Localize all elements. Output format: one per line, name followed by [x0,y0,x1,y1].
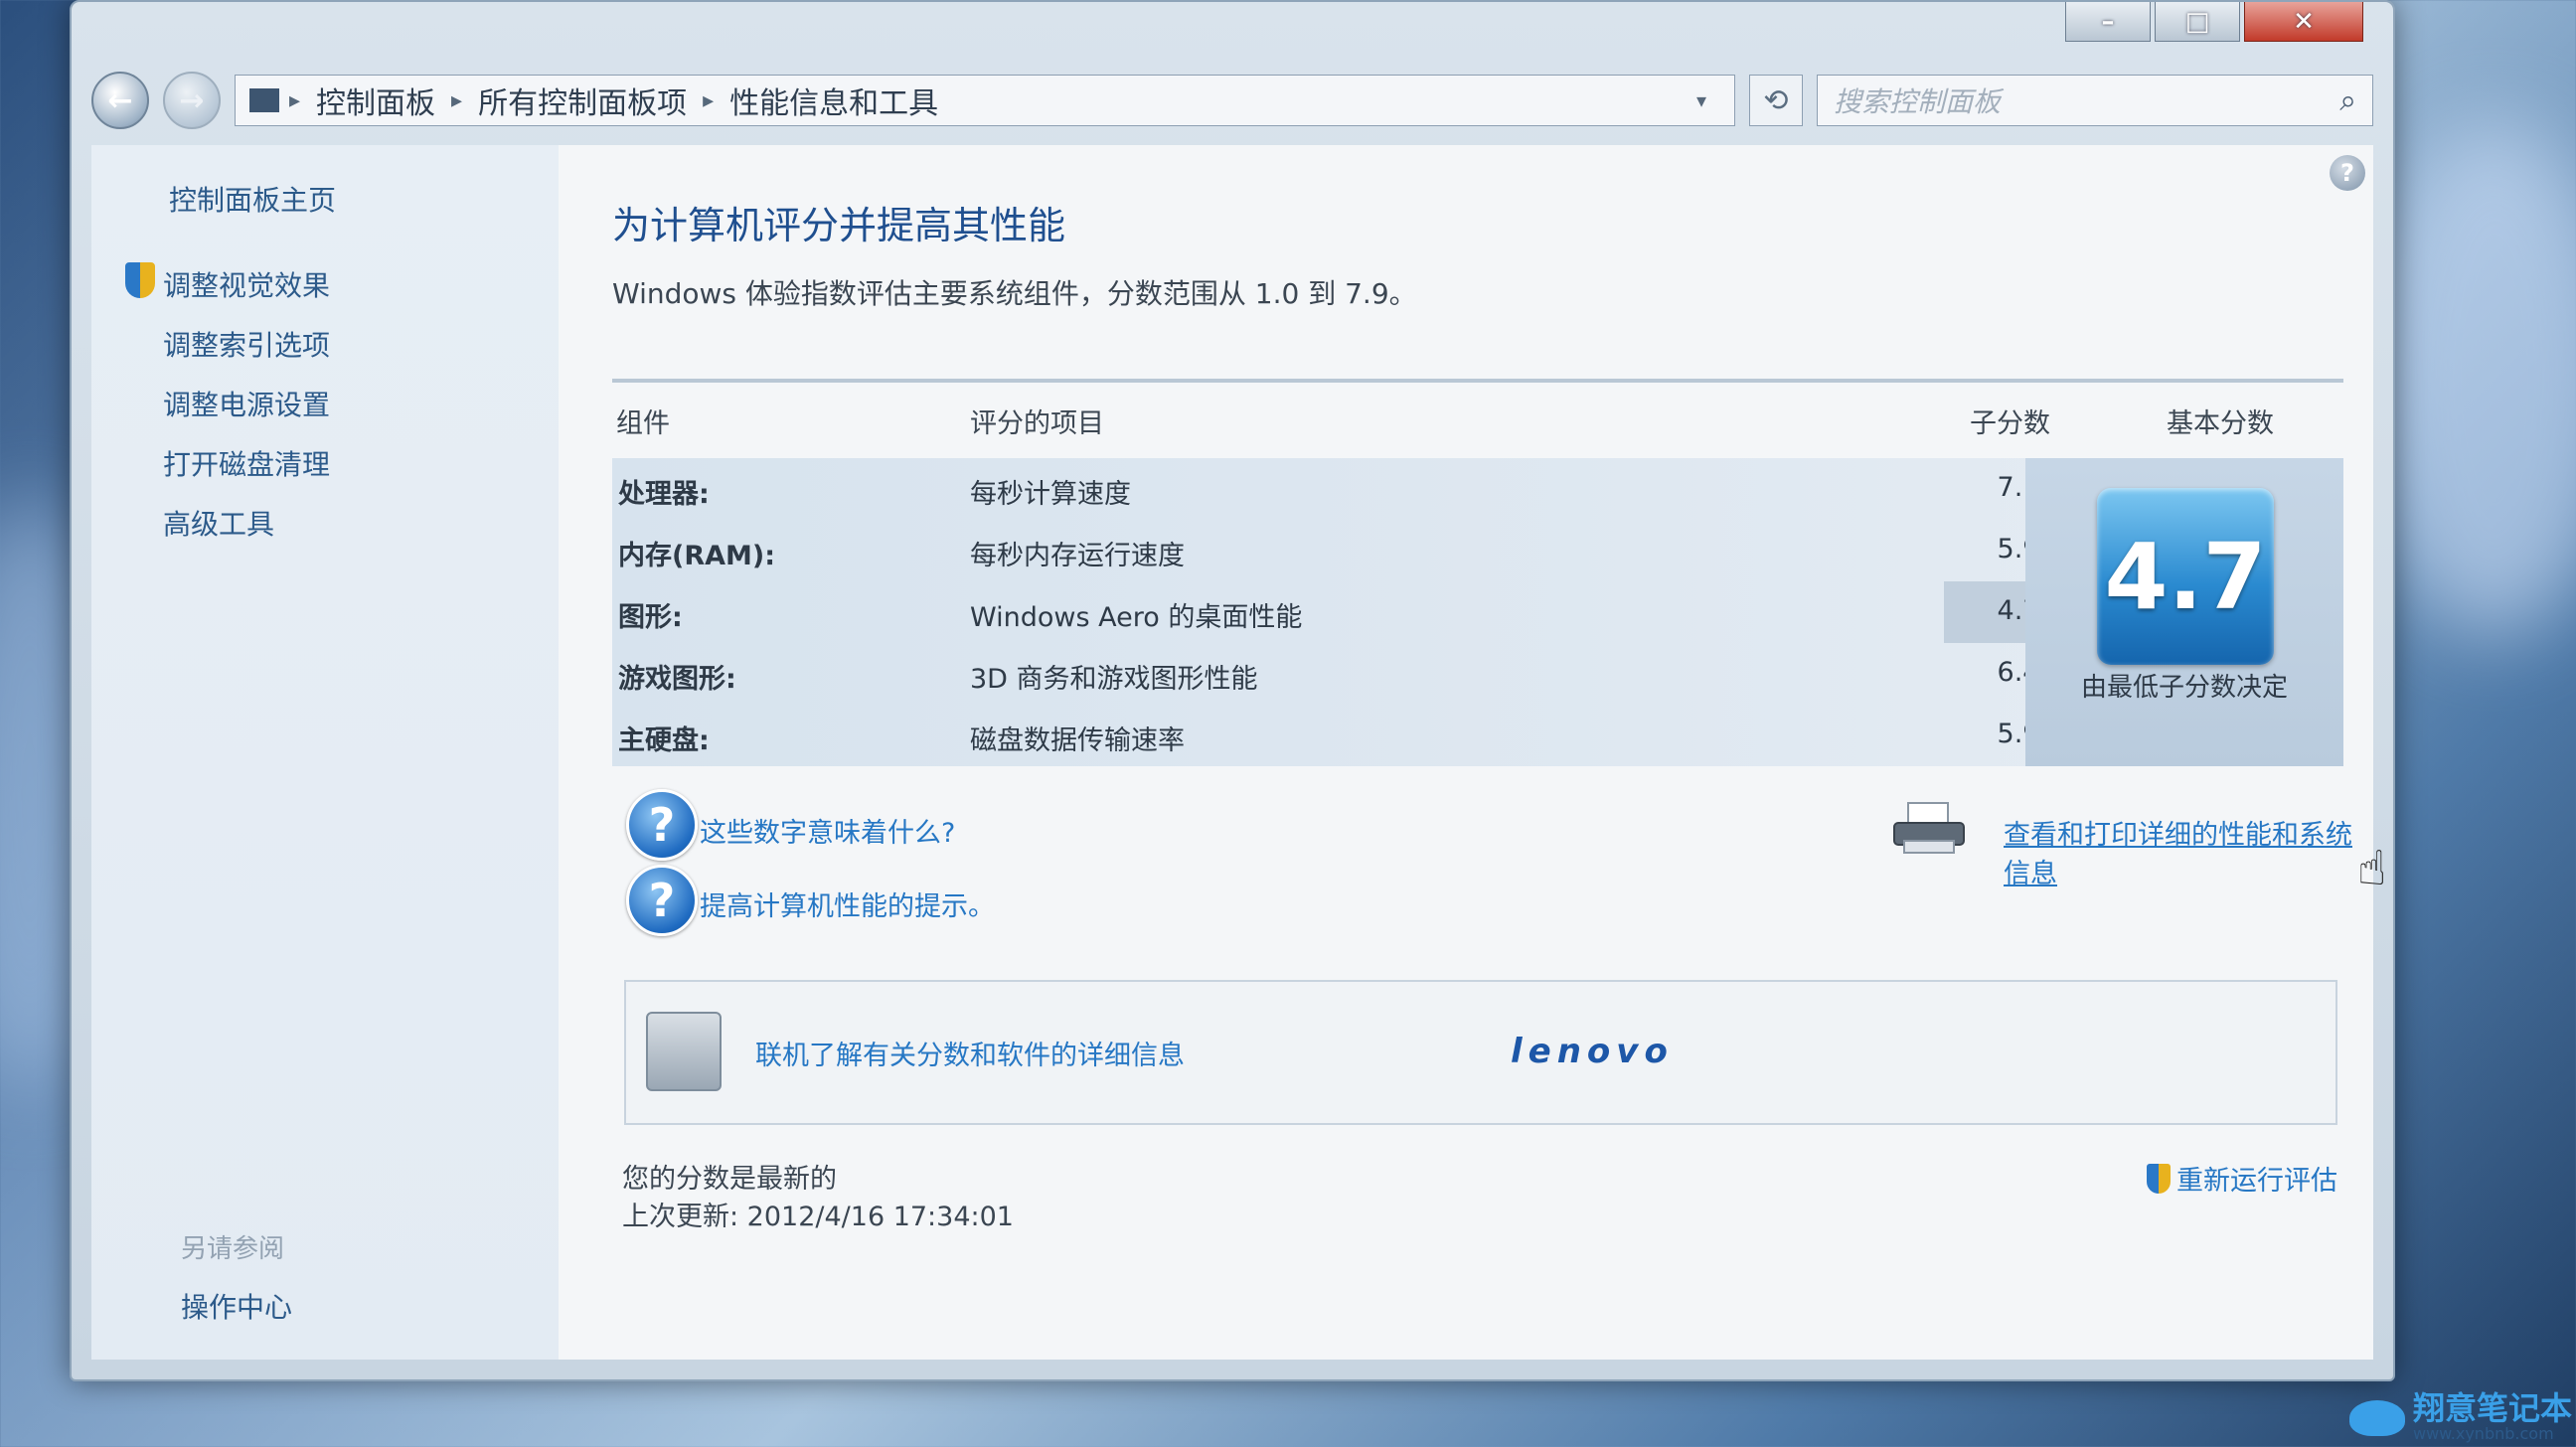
printer-icon [1893,802,1965,854]
back-arrow-icon: ← [107,82,133,118]
last-update: 上次更新: 2012/4/16 17:34:01 [622,1202,1014,1232]
base-score-badge: 4.7 [2097,488,2274,665]
sidebar-item-visual-effects[interactable]: 调整视觉效果 [163,264,330,304]
forward-arrow-icon: → [179,82,205,118]
watermark-logo-icon [2348,1399,2405,1436]
control-panel-icon [249,88,279,112]
navigation-bar: ← → ▸ 控制面板 ▸ 所有控制面板项 ▸ 性能信息和工具 ▾ ⟲ 搜索控制面… [91,62,2373,139]
page-title: 为计算机评分并提高其性能 [612,204,1066,247]
search-icon[interactable]: ⌕ [2339,83,2356,118]
search-input[interactable]: 搜索控制面板 ⌕ [1817,75,2373,126]
header-rated-item: 评分的项目 [970,408,1104,439]
uac-shield-icon [2147,1163,2171,1194]
rated-item: 3D 商务和游戏图形性能 [970,664,1258,695]
sidebar-item-disk-cleanup[interactable]: 打开磁盘清理 [163,443,330,483]
forward-button[interactable]: → [163,72,221,129]
component-label: 内存(RAM): [618,541,776,571]
base-score-value: 4.7 [2104,523,2267,630]
breadcrumb-separator-icon[interactable]: ▸ [703,88,714,113]
page-subtitle: Windows 体验指数评估主要系统组件，分数范围从 1.0 到 7.9。 [612,277,1417,310]
rated-item: Windows Aero 的桌面性能 [970,602,1303,633]
breadcrumb-control-panel[interactable]: 控制面板 [300,79,451,122]
print-details-link[interactable]: 查看和打印详细的性能和系统信息 [2004,813,2373,890]
help-icon[interactable]: ? [2330,155,2365,191]
refresh-button[interactable]: ⟲ [1749,75,1803,126]
rated-item: 每秒内存运行速度 [970,541,1185,571]
component-label: 图形: [618,602,683,633]
header-component: 组件 [616,408,670,439]
minimize-button[interactable]: – [2065,2,2151,42]
hand-cursor-icon: ☝ [2357,841,2387,896]
address-dropdown-icon[interactable]: ▾ [1683,88,1720,112]
uac-shield-icon [125,262,155,298]
rated-item: 磁盘数据传输速率 [970,725,1185,756]
learn-online-box: 联机了解有关分数和软件的详细信息 lenovo [624,980,2337,1125]
back-button[interactable]: ← [91,72,149,129]
close-button[interactable]: ✕ [2244,2,2363,42]
component-label: 处理器: [618,479,710,510]
site-watermark: 翔意笔记本 www.xynbnb.com [2348,1389,2572,1443]
breadcrumb-separator-icon[interactable]: ▸ [451,88,462,113]
sidebar-item-home[interactable]: 控制面板主页 [169,179,336,219]
score-status: 您的分数是最新的 [622,1164,837,1195]
what-numbers-mean-link[interactable]: 这些数字意味着什么? [700,811,955,850]
breadcrumb-separator-icon[interactable]: ▸ [289,88,300,113]
base-score-panel: 4.7 由最低子分数决定 [2025,458,2343,766]
rerun-label: 重新运行评估 [2176,1166,2337,1197]
window-controls: – □ ✕ [2065,2,2363,42]
rerun-assessment-link[interactable]: 重新运行评估 [2147,1159,2337,1198]
refresh-icon: ⟲ [1763,82,1789,118]
see-also-title: 另请参阅 [181,1234,285,1264]
watermark-text: 翔意笔记本 [2412,1389,2572,1427]
sidebar-item-indexing[interactable]: 调整索引选项 [163,324,330,364]
control-panel-window: – □ ✕ ← → ▸ 控制面板 ▸ 所有控制面板项 ▸ 性能信息和工具 ▾ ⟲… [70,0,2395,1381]
base-score-caption: 由最低子分数决定 [2080,673,2288,703]
component-label: 主硬盘: [618,725,710,756]
rated-item: 每秒计算速度 [970,479,1131,510]
question-help-icon: ? [626,865,698,936]
header-base-score: 基本分数 [2167,408,2274,439]
breadcrumb-current[interactable]: 性能信息和工具 [714,79,954,122]
search-placeholder: 搜索控制面板 [1834,85,2002,118]
desktop-glow [2365,119,2576,636]
header-subscore: 子分数 [1970,408,2050,439]
score-table: 处理器: 每秒计算速度 7.1 内存(RAM): 每秒内存运行速度 5.9 图形… [612,458,2343,766]
sidebar-item-power[interactable]: 调整电源设置 [163,384,330,423]
question-help-icon: ? [626,789,698,861]
address-bar[interactable]: ▸ 控制面板 ▸ 所有控制面板项 ▸ 性能信息和工具 ▾ [235,75,1735,126]
learn-online-link[interactable]: 联机了解有关分数和软件的详细信息 [755,1034,1185,1072]
sidebar-item-advanced-tools[interactable]: 高级工具 [163,503,274,543]
component-label: 游戏图形: [618,664,736,695]
lenovo-logo: lenovo [1511,1032,1674,1071]
header-divider [612,379,2343,383]
main-content: ? 为计算机评分并提高其性能 Windows 体验指数评估主要系统组件，分数范围… [559,145,2386,1360]
maximize-button[interactable]: □ [2155,2,2240,42]
software-box-icon [646,1012,722,1091]
performance-tips-link[interactable]: 提高计算机性能的提示。 [700,884,995,923]
watermark-url: www.xynbnb.com [2412,1424,2554,1443]
sidebar-item-action-center[interactable]: 操作中心 [181,1286,292,1326]
sidebar: 控制面板主页 调整视觉效果 调整索引选项 调整电源设置 打开磁盘清理 高级工具 … [91,145,559,1360]
breadcrumb-all-items[interactable]: 所有控制面板项 [462,79,703,122]
